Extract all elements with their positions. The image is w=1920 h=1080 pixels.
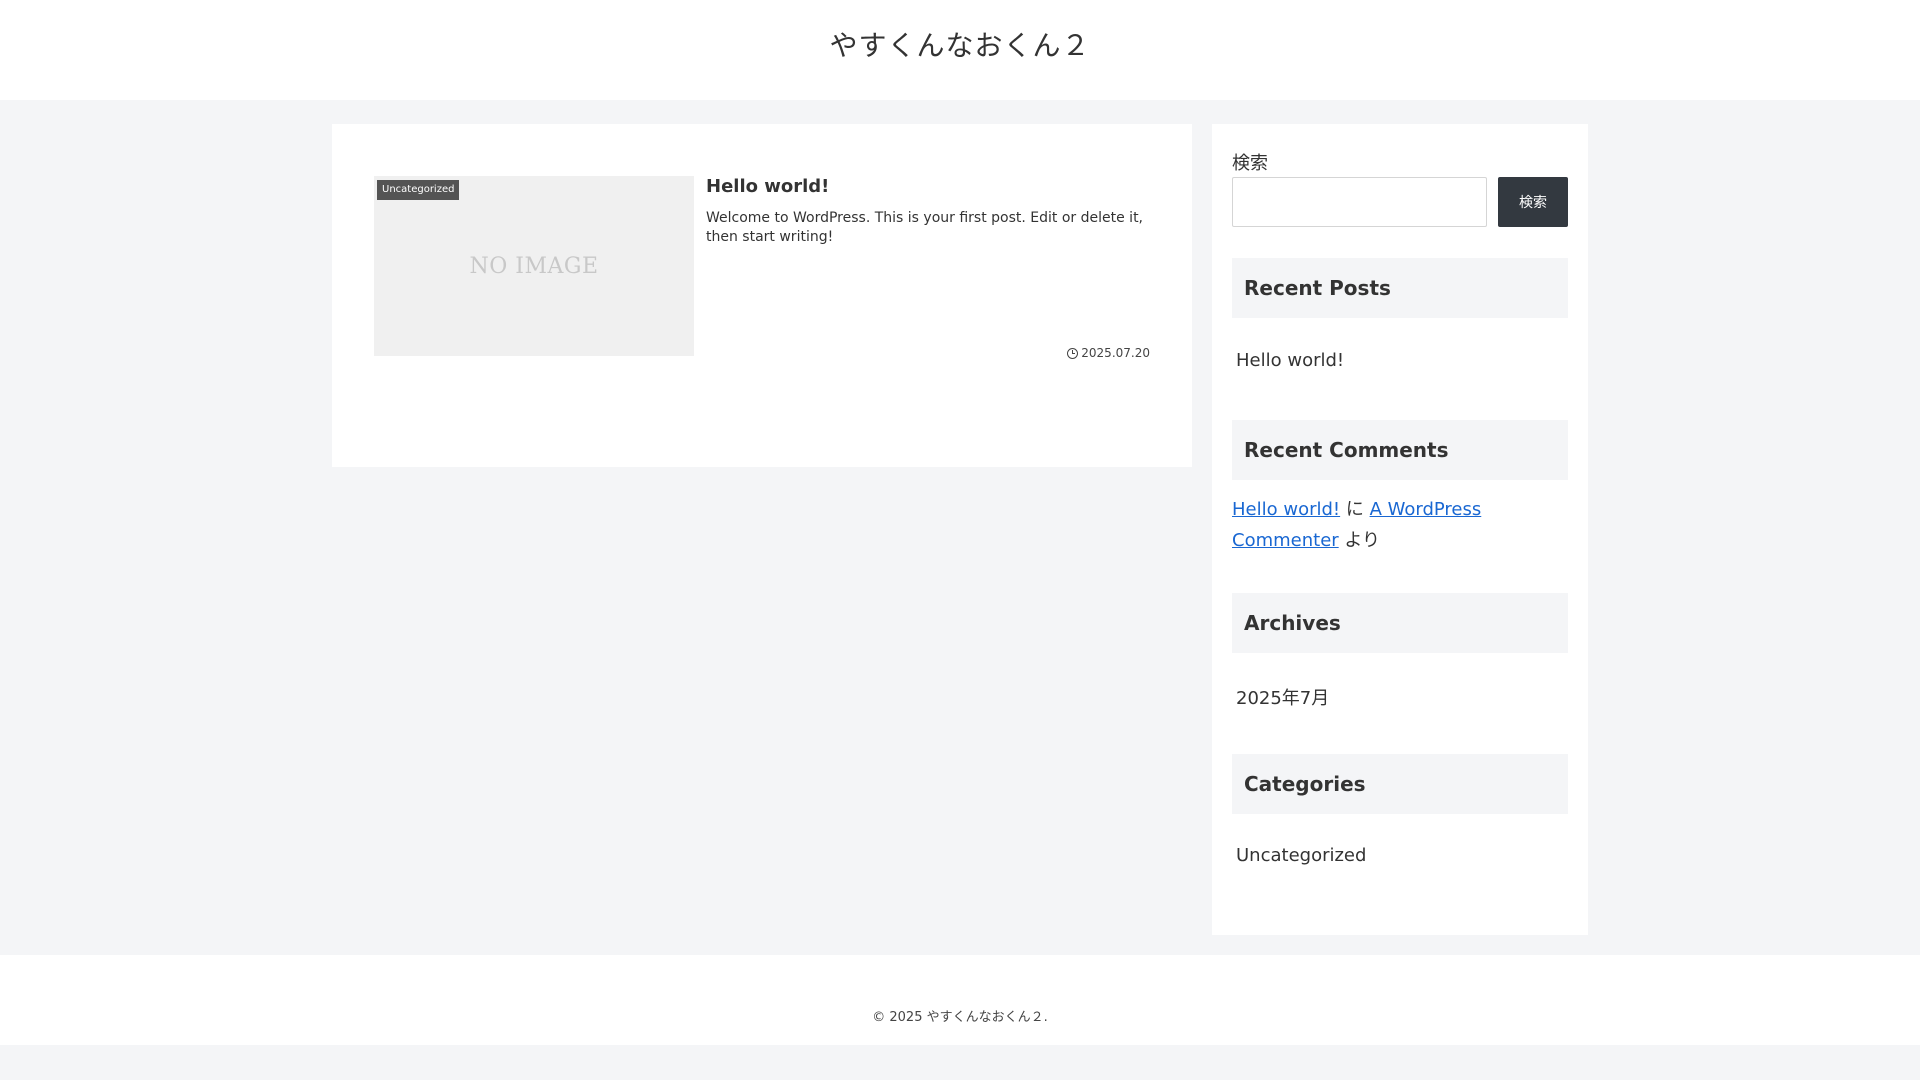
comment-post-link[interactable]: Hello world! bbox=[1232, 499, 1340, 520]
category-link[interactable]: Uncategorized bbox=[1236, 845, 1366, 866]
clock-icon bbox=[1067, 347, 1079, 359]
categories-title: Categories bbox=[1232, 754, 1568, 814]
copyright: © 2025 やすくんなおくん２. bbox=[872, 1010, 1048, 1025]
category-label: Uncategorized bbox=[377, 180, 460, 200]
sidebar: 検索 検索 Recent Posts Hello world! Recent C… bbox=[1212, 124, 1588, 935]
post-title[interactable]: Hello world! bbox=[706, 176, 829, 197]
site-footer: © 2025 やすくんなおくん２. bbox=[0, 955, 1920, 1045]
recent-comment: Hello world! に A WordPress Commenter より bbox=[1232, 494, 1572, 556]
recent-posts-title: Recent Posts bbox=[1232, 258, 1568, 318]
post-date: 2025.07.20 bbox=[1067, 346, 1150, 360]
search-input[interactable] bbox=[1232, 177, 1487, 227]
archives-title: Archives bbox=[1232, 593, 1568, 653]
site-header: やすくんなおくん２ bbox=[0, 0, 1920, 100]
recent-post-link[interactable]: Hello world! bbox=[1236, 350, 1344, 371]
search-button[interactable]: 検索 bbox=[1498, 177, 1568, 227]
post-card[interactable]: NO IMAGE Uncategorized Hello world! Welc… bbox=[374, 176, 1150, 360]
comment-connector: に bbox=[1340, 499, 1370, 520]
post-thumbnail[interactable]: NO IMAGE Uncategorized bbox=[374, 176, 694, 356]
no-image-placeholder: NO IMAGE bbox=[469, 254, 599, 279]
recent-comments-title: Recent Comments bbox=[1232, 420, 1568, 480]
main-content: NO IMAGE Uncategorized Hello world! Welc… bbox=[332, 124, 1192, 467]
post-excerpt: Welcome to WordPress. This is your first… bbox=[706, 210, 1144, 245]
search-label: 検索 bbox=[1232, 153, 1268, 174]
archive-link[interactable]: 2025年7月 bbox=[1236, 684, 1329, 710]
comment-suffix: より bbox=[1338, 530, 1381, 551]
site-title[interactable]: やすくんなおくん２ bbox=[0, 0, 1920, 64]
post-date-text: 2025.07.20 bbox=[1081, 346, 1150, 360]
